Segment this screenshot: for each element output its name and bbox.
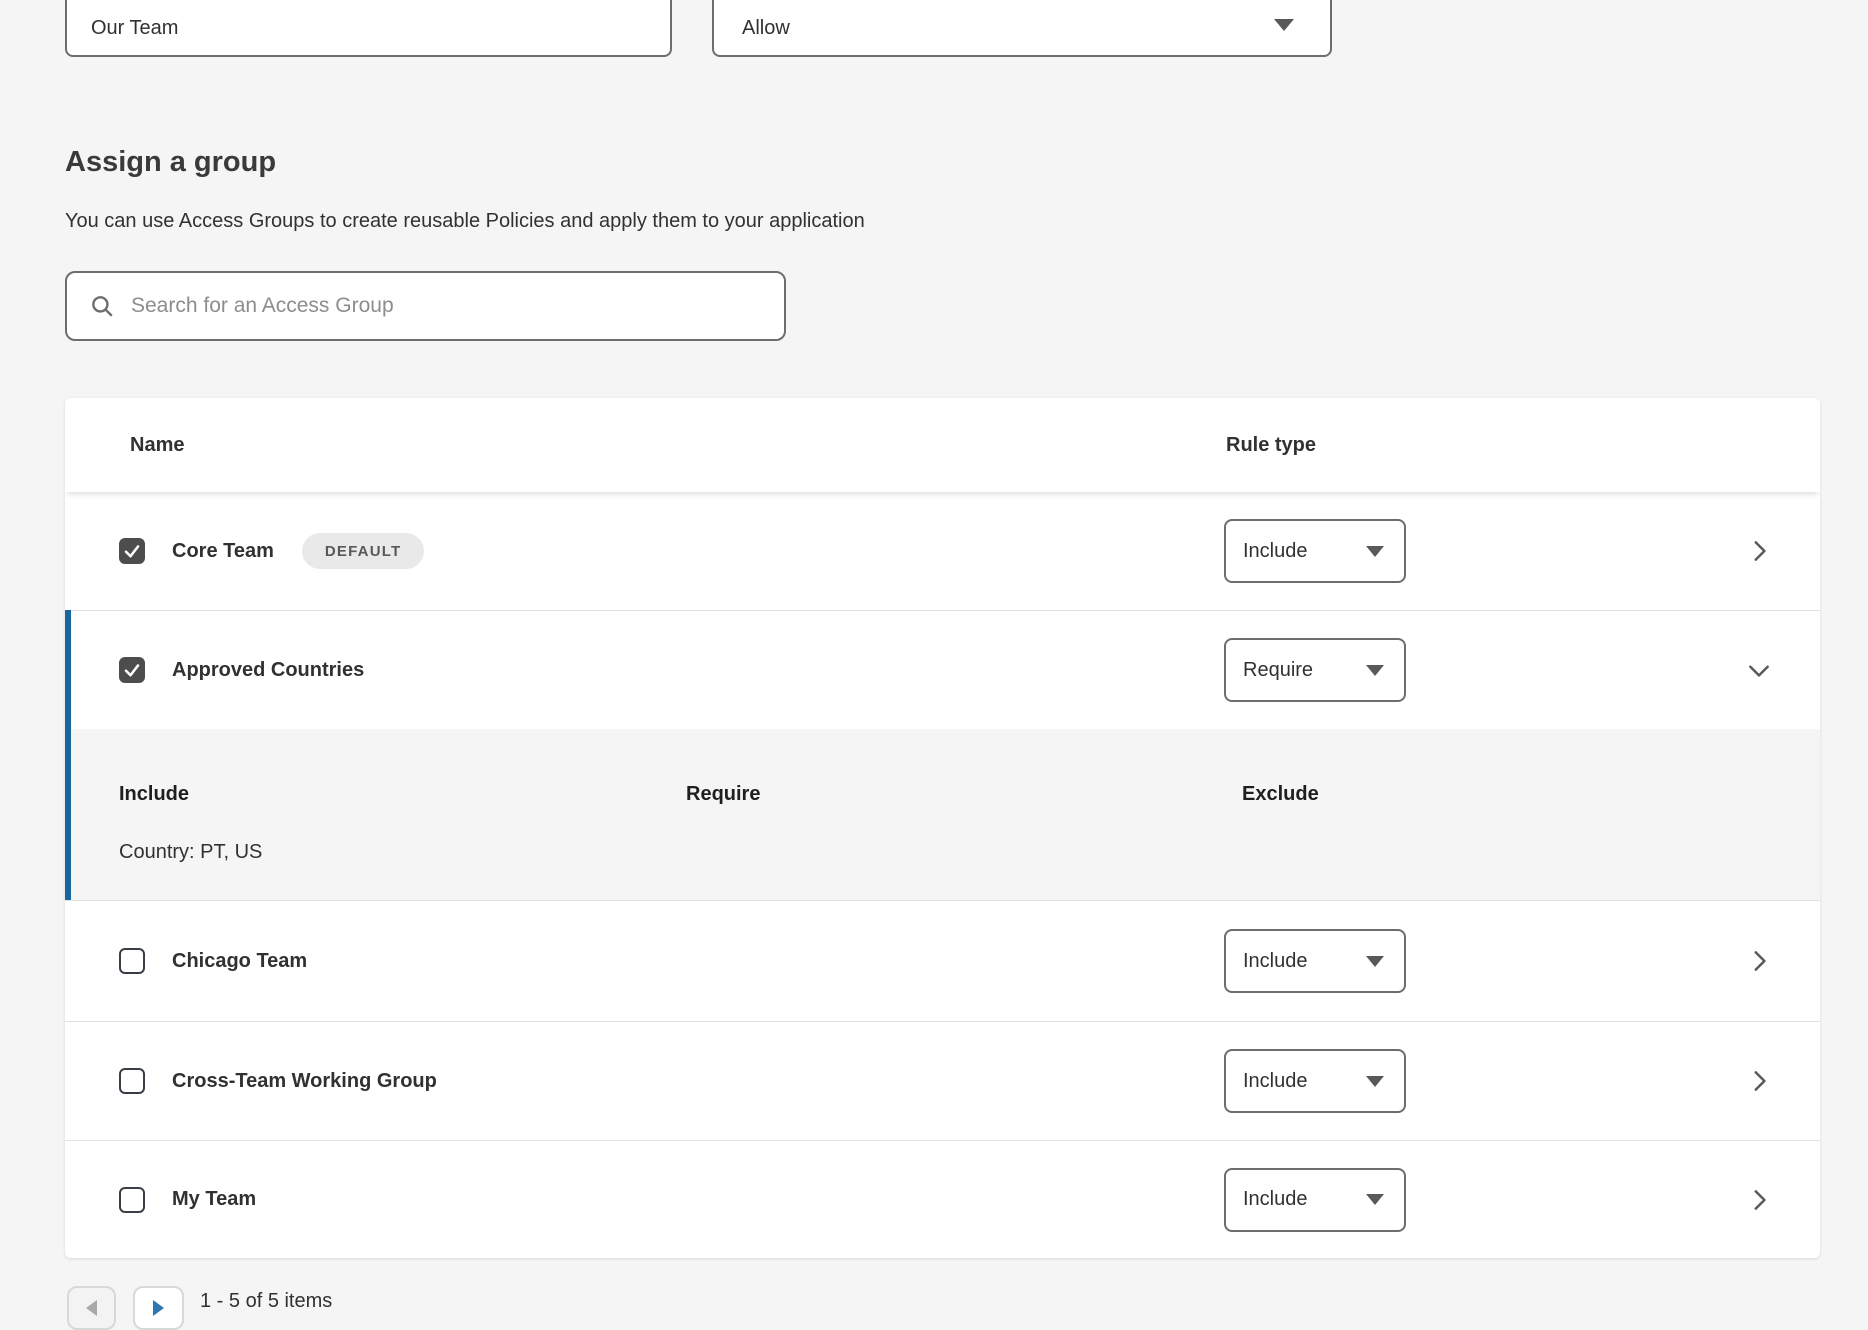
page-title: Assign a group xyxy=(65,146,276,179)
detail-exclude-header: Exclude xyxy=(1242,783,1319,806)
table-row-core-team: Core Team DEFAULT Include xyxy=(65,492,1820,610)
action-select-value: Allow xyxy=(742,17,790,40)
chevron-right-icon xyxy=(1746,1187,1772,1213)
prev-page-icon xyxy=(86,1300,97,1316)
approved-countries-checkbox[interactable] xyxy=(119,657,145,683)
cross-team-working-group-rule-select[interactable]: Include xyxy=(1224,1049,1406,1113)
cross-team-working-group-checkbox[interactable] xyxy=(119,1068,145,1094)
detail-include-header: Include xyxy=(119,783,189,806)
action-select[interactable]: Allow xyxy=(712,0,1332,57)
my-team-expand-button[interactable] xyxy=(1737,1178,1781,1222)
policy-name-field xyxy=(65,0,672,57)
default-badge: DEFAULT xyxy=(302,533,424,569)
chevron-right-icon xyxy=(1746,1068,1772,1094)
check-icon xyxy=(123,661,141,679)
chicago-team-rule-select[interactable]: Include xyxy=(1224,929,1406,993)
chicago-team-checkbox[interactable] xyxy=(119,948,145,974)
rule-select-value: Include xyxy=(1243,1070,1308,1093)
detail-include-value: Country: PT, US xyxy=(119,841,262,864)
approved-countries-detail-panel: Include Require Exclude Country: PT, US xyxy=(65,729,1820,900)
search-icon xyxy=(89,293,115,319)
access-policy-page: { "policy_form": { "policy_name_value": … xyxy=(0,0,1868,1308)
core-team-expand-button[interactable] xyxy=(1737,529,1781,573)
rule-select-value: Include xyxy=(1243,540,1308,563)
caret-down-icon xyxy=(1366,1076,1384,1087)
caret-down-icon xyxy=(1366,956,1384,967)
row-label: My Team xyxy=(172,1188,256,1211)
row-label: Cross-Team Working Group xyxy=(172,1070,437,1093)
row-label: Chicago Team xyxy=(172,950,307,973)
policy-name-input[interactable] xyxy=(67,0,670,55)
cross-team-working-group-expand-button[interactable] xyxy=(1737,1059,1781,1103)
selected-row-indicator xyxy=(65,610,71,900)
row-label: Core Team xyxy=(172,540,274,563)
core-team-rule-select[interactable]: Include xyxy=(1224,519,1406,583)
caret-down-icon xyxy=(1366,546,1384,557)
section-description: You can use Access Groups to create reus… xyxy=(65,210,865,233)
table-row-my-team: My Team Include xyxy=(65,1140,1820,1258)
my-team-checkbox[interactable] xyxy=(119,1187,145,1213)
caret-down-icon xyxy=(1366,665,1384,676)
access-groups-table: Name Rule type Core Team DEFAULT Include… xyxy=(65,398,1820,1258)
pagination-summary: 1 - 5 of 5 items xyxy=(200,1290,332,1313)
table-header: Name Rule type xyxy=(65,398,1820,492)
next-page-icon xyxy=(153,1300,164,1316)
column-header-rule-type: Rule type xyxy=(1226,434,1316,457)
table-row-approved-countries: Approved Countries Require xyxy=(65,610,1820,729)
chevron-right-icon xyxy=(1746,538,1772,564)
rule-select-value: Include xyxy=(1243,950,1308,973)
check-icon xyxy=(123,542,141,560)
column-header-name: Name xyxy=(130,434,184,457)
my-team-rule-select[interactable]: Include xyxy=(1224,1168,1406,1232)
row-label: Approved Countries xyxy=(172,659,364,682)
caret-down-icon xyxy=(1274,19,1294,31)
core-team-checkbox[interactable] xyxy=(119,538,145,564)
previous-page-button[interactable] xyxy=(67,1286,116,1330)
chicago-team-expand-button[interactable] xyxy=(1737,939,1781,983)
table-row-cross-team-working-group: Cross-Team Working Group Include xyxy=(65,1021,1820,1140)
search-input[interactable] xyxy=(131,294,751,318)
caret-down-icon xyxy=(1366,1194,1384,1205)
rule-select-value: Require xyxy=(1243,659,1313,682)
detail-require-header: Require xyxy=(686,783,760,806)
table-row-chicago-team: Chicago Team Include xyxy=(65,900,1820,1021)
chevron-down-icon xyxy=(1746,657,1772,683)
next-page-button[interactable] xyxy=(133,1286,184,1330)
approved-countries-rule-select[interactable]: Require xyxy=(1224,638,1406,702)
rule-select-value: Include xyxy=(1243,1188,1308,1211)
chevron-right-icon xyxy=(1746,948,1772,974)
access-group-search xyxy=(65,271,786,341)
approved-countries-collapse-button[interactable] xyxy=(1737,648,1781,692)
